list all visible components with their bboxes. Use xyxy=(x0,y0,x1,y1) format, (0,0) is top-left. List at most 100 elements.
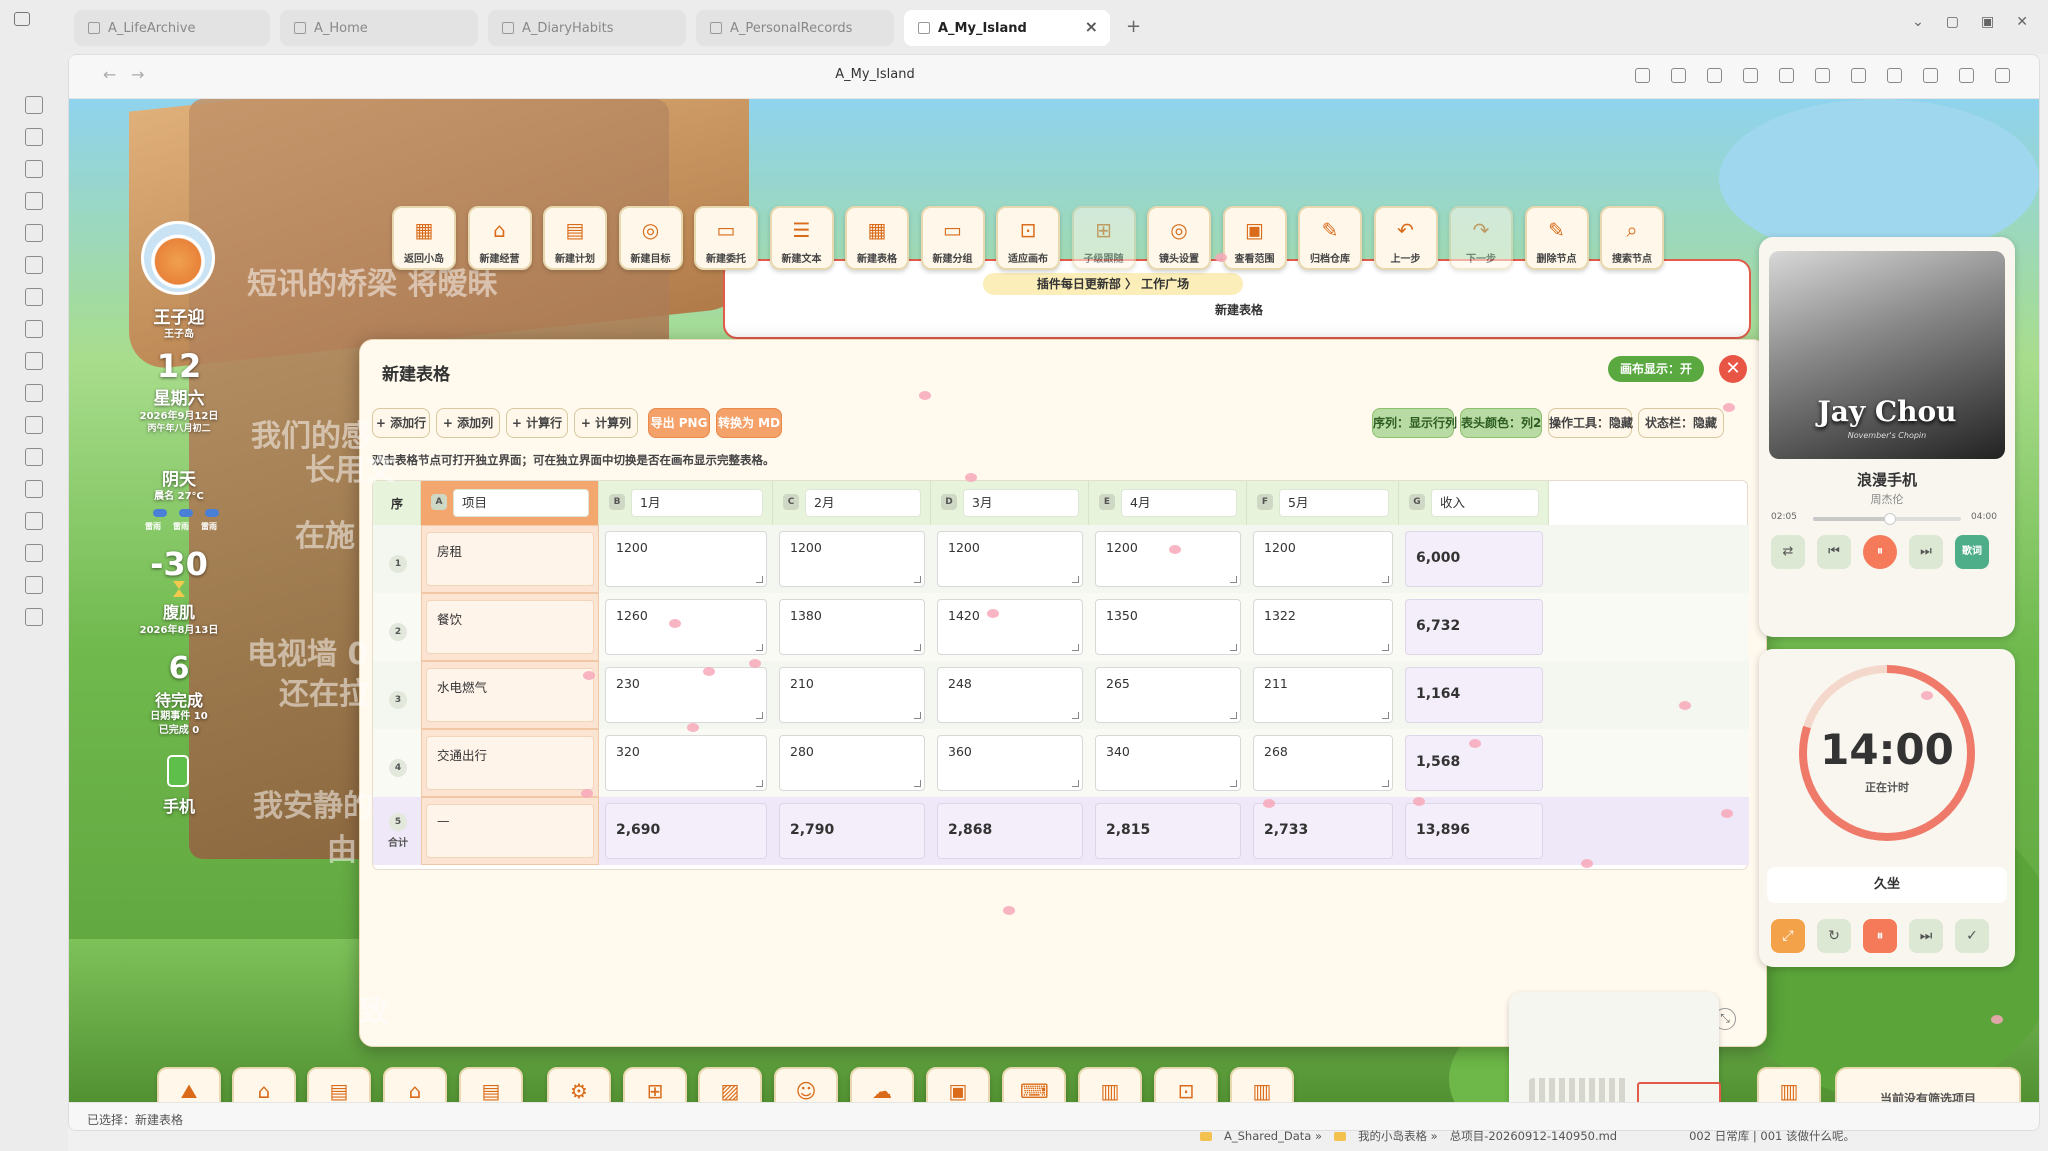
column-name-input[interactable]: 2月 xyxy=(805,489,921,517)
toolbar-1-button[interactable]: ⌂ 新建经营 xyxy=(467,206,532,270)
bottom-toolbar-12-button[interactable]: ▥浏览模式 xyxy=(1078,1067,1142,1102)
path-folder[interactable]: A_Shared_Data » xyxy=(1224,1129,1322,1143)
value-cell[interactable]: 1200 xyxy=(605,531,767,587)
phone-label[interactable]: 手机 xyxy=(109,793,249,817)
maximize-icon[interactable]: ▣ xyxy=(1981,14,1994,30)
toolbar-2-button[interactable]: ▤ 新建计划 xyxy=(543,206,607,270)
close-tab-icon[interactable]: × xyxy=(1085,17,1098,36)
option-button[interactable]: 操作工具：隐藏 xyxy=(1548,408,1633,438)
toolbar-8-button[interactable]: ⊡ 适应画布 xyxy=(996,206,1060,270)
minimap[interactable] xyxy=(1509,992,1721,1102)
toolbar-6-button[interactable]: ▦ 新建表格 xyxy=(845,206,909,270)
bottom-toolbar-7-button[interactable]: ▨背景设置 xyxy=(698,1067,762,1102)
action-button[interactable]: + 计算行 xyxy=(506,408,568,438)
phone-icon[interactable] xyxy=(167,755,189,787)
toolbar-4-button[interactable]: ▭ 新建委托 xyxy=(694,206,758,270)
value-cell[interactable]: 230 xyxy=(605,667,767,723)
item-input[interactable]: — xyxy=(426,804,594,858)
value-cell[interactable]: 1200 xyxy=(1253,531,1393,587)
expand-icon[interactable]: ⤢ xyxy=(1771,919,1805,953)
tab-a-home[interactable]: A_Home xyxy=(280,10,478,46)
option-button[interactable]: 表头颜色：列2 xyxy=(1460,408,1542,438)
island-canvas[interactable]: 王子迎 王子岛 12 星期六 2026年9月12日 丙午年八月初二 阴天 晨名 … xyxy=(69,99,2039,1102)
toolbar-15-button[interactable]: ✎ 删除节点 xyxy=(1524,206,1589,270)
pause-icon[interactable]: ⏸ xyxy=(1863,919,1897,953)
code-icon[interactable] xyxy=(1635,68,1650,83)
item-input[interactable]: 交通出行 xyxy=(426,736,594,790)
bottom-toolbar-8-button[interactable]: ☺角色设置 xyxy=(774,1067,838,1102)
archive-icon[interactable] xyxy=(25,160,43,178)
timer-task[interactable]: 久坐 xyxy=(1767,867,2007,903)
toolbar-12-button[interactable]: ✎ 归档仓库 xyxy=(1298,206,1362,270)
calendar-icon[interactable] xyxy=(25,192,43,210)
bookmark-icon[interactable] xyxy=(25,480,43,498)
option-button[interactable]: 序列：显示行列 xyxy=(1372,408,1457,438)
bottom-toolbar-4-button[interactable]: ▤收纳箱 xyxy=(459,1067,523,1102)
value-cell[interactable]: 1200 xyxy=(937,531,1083,587)
action-button[interactable]: + 计算列 xyxy=(574,408,638,438)
bottom-toolbar-1-button[interactable]: ⌂我的小屋 xyxy=(232,1067,296,1102)
lock-icon[interactable] xyxy=(1851,68,1866,83)
bottom-toolbar-11-button[interactable]: ⌨快捷键设置 xyxy=(1002,1067,1066,1102)
bottom-toolbar-10-button[interactable]: ▣场景设置 xyxy=(926,1067,990,1102)
arrow-right-icon[interactable] xyxy=(1779,68,1794,83)
sidebar-toggle-icon[interactable] xyxy=(14,12,30,26)
item-input[interactable]: 水电燃气 xyxy=(426,668,594,722)
item-input[interactable]: 房租 xyxy=(426,532,594,586)
action-button[interactable]: 导出 PNG xyxy=(648,408,710,438)
book-icon[interactable] xyxy=(25,128,43,146)
value-cell[interactable]: 1350 xyxy=(1095,599,1241,655)
restore-icon[interactable]: ▢ xyxy=(1946,14,1959,30)
value-cell[interactable]: 211 xyxy=(1253,667,1393,723)
arrow-left-icon[interactable] xyxy=(1743,68,1758,83)
filter-status[interactable]: 当前没有筛选项目 xyxy=(1835,1067,2021,1102)
path-subfolder[interactable]: 我的小岛表格 » xyxy=(1358,1128,1438,1144)
column-name-input[interactable]: 1月 xyxy=(631,489,763,517)
terminal-icon[interactable] xyxy=(25,544,43,562)
item-input[interactable]: 餐饮 xyxy=(426,600,594,654)
new-tab-button[interactable]: + xyxy=(1126,16,1141,37)
column-name-input[interactable]: 4月 xyxy=(1121,489,1237,517)
close-window-icon[interactable]: ✕ xyxy=(2016,14,2028,30)
skip-icon[interactable]: ⏭ xyxy=(1909,919,1943,953)
repeat-icon[interactable]: ⇄ xyxy=(1771,535,1805,569)
column-name-input[interactable]: 5月 xyxy=(1279,489,1389,517)
plugin-breadcrumb[interactable]: 插件每日更新部 〉 工作广场 xyxy=(983,273,1243,295)
tab-a-personalrecords[interactable]: A_PersonalRecords xyxy=(696,10,894,46)
map-button[interactable]: ▥ 地图 xyxy=(1757,1067,1821,1102)
toolbar-7-button[interactable]: ▭ 新建分组 xyxy=(920,206,985,270)
value-cell[interactable]: 248 xyxy=(937,667,1083,723)
value-cell[interactable]: 1380 xyxy=(779,599,925,655)
close-button[interactable]: ✕ xyxy=(1719,355,1747,383)
table-icon[interactable] xyxy=(25,608,43,626)
tab-a-my-island[interactable]: A_My_Island × xyxy=(904,10,1110,46)
toolbar-13-button[interactable]: ↶ 上一步 xyxy=(1373,206,1438,270)
option-button[interactable]: 状态栏：隐藏 xyxy=(1638,408,1724,438)
canvas-display-toggle[interactable]: 画布显示：开 xyxy=(1608,356,1704,382)
value-cell[interactable]: 1200 xyxy=(1095,531,1241,587)
value-cell[interactable]: 210 xyxy=(779,667,925,723)
avatar[interactable] xyxy=(141,221,215,295)
smile-icon[interactable] xyxy=(25,320,43,338)
bottom-toolbar-0-button[interactable]: ⛰我的小岛 xyxy=(157,1067,221,1102)
path-file[interactable]: 总项目-20260912-140950.md xyxy=(1450,1128,1617,1144)
toolbar-10-button[interactable]: ◎ 镜头设置 xyxy=(1147,206,1211,270)
bottom-toolbar-13-button[interactable]: ⊡沉浸模式 xyxy=(1154,1067,1218,1102)
bottom-toolbar-3-button[interactable]: ⌂博物馆 xyxy=(383,1067,447,1102)
tab-a-diaryhabits[interactable]: A_DiaryHabits xyxy=(488,10,686,46)
tab-a-lifearchive[interactable]: A_LifeArchive xyxy=(74,10,270,46)
bottom-toolbar-5-button[interactable]: ⚙小岛设置 xyxy=(547,1067,611,1102)
bottom-toolbar-14-button[interactable]: ▥小岛教程 xyxy=(1230,1067,1294,1102)
value-cell[interactable]: 1200 xyxy=(779,531,925,587)
progress-knob[interactable] xyxy=(1883,513,1896,525)
value-cell[interactable]: 320 xyxy=(605,735,767,791)
toolbar-0-button[interactable]: ▦ 返回小岛 xyxy=(392,206,456,270)
tools-icon[interactable] xyxy=(25,384,43,402)
menu-icon[interactable] xyxy=(25,512,43,530)
pause-icon[interactable]: ⏸ xyxy=(1863,535,1897,569)
previous-track-icon[interactable]: ⏮ xyxy=(1817,535,1851,569)
chevron-down-icon[interactable]: ⌄ xyxy=(1912,14,1924,30)
bottom-toolbar-6-button[interactable]: ⊞节点设置 xyxy=(623,1067,687,1102)
value-cell[interactable]: 1420 xyxy=(937,599,1083,655)
value-cell[interactable]: 280 xyxy=(779,735,925,791)
